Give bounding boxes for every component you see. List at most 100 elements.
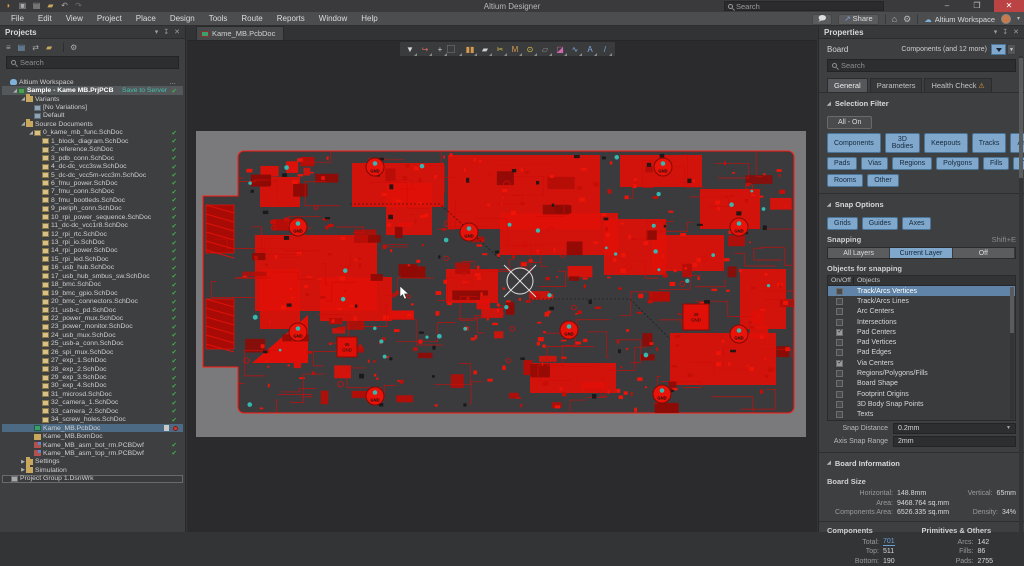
ic-pad[interactable]: 49GND bbox=[683, 304, 709, 330]
menu-place[interactable]: Place bbox=[129, 12, 163, 26]
route-icon[interactable]: ↪ bbox=[418, 43, 432, 56]
gnd-pad[interactable]: GND bbox=[560, 321, 578, 339]
list-view-icon[interactable]: ≡ bbox=[6, 43, 11, 52]
menu-file[interactable]: File bbox=[4, 12, 31, 26]
filter-vias[interactable]: Vias bbox=[861, 157, 889, 170]
filter-funnel-button[interactable] bbox=[991, 44, 1006, 55]
snap-object-row[interactable]: Texts bbox=[828, 410, 1015, 420]
mode-off[interactable]: Off bbox=[953, 248, 1015, 258]
menu-project[interactable]: Project bbox=[90, 12, 129, 26]
menu-edit[interactable]: Edit bbox=[31, 12, 59, 26]
gnd-pad[interactable]: GND bbox=[366, 387, 384, 405]
board-information-section[interactable]: ◢ Board Information bbox=[819, 452, 1024, 472]
tree-item[interactable]: 30_exp_4.SchDoc✔ bbox=[2, 382, 183, 390]
snap-grids[interactable]: Grids bbox=[827, 217, 858, 230]
tree-item[interactable]: 4_dc-dc_vcc3sw.SchDoc✔ bbox=[2, 162, 183, 170]
tree-item[interactable]: 31_microsd.SchDoc✔ bbox=[2, 390, 183, 398]
document-tab[interactable]: Kame_MB.PcbDoc bbox=[196, 26, 284, 40]
snap-object-row[interactable]: Regions/Polygons/Fills bbox=[828, 368, 1015, 378]
axis-snap-range-input[interactable]: 2mm bbox=[893, 436, 1016, 447]
snap-object-row[interactable]: Pad Centers bbox=[828, 327, 1015, 337]
panel-menu-icon[interactable]: ▾ bbox=[994, 28, 998, 36]
maximize-button[interactable]: ❒ bbox=[966, 0, 988, 12]
tree-item[interactable]: [No Variations] bbox=[2, 103, 183, 111]
tree-item[interactable]: 7_fmu_conn.SchDoc✔ bbox=[2, 188, 183, 196]
checkbox[interactable] bbox=[836, 380, 843, 387]
tree-item[interactable]: 5_dc-dc_vcc5m-vcc3m.SchDoc✔ bbox=[2, 171, 183, 179]
tree-item[interactable]: 21_usb-c_pd.SchDoc✔ bbox=[2, 306, 183, 314]
menu-route[interactable]: Route bbox=[234, 12, 269, 26]
tree-item[interactable]: 19_bmc_gpio.SchDoc✔ bbox=[2, 289, 183, 297]
checkbox[interactable] bbox=[836, 349, 843, 356]
close-panel-icon[interactable]: ✕ bbox=[174, 28, 180, 36]
pad-stack-icon[interactable]: ▮▮ bbox=[463, 43, 477, 56]
tree-item[interactable]: 27_exp_1.SchDoc✔ bbox=[2, 356, 183, 364]
checkbox[interactable] bbox=[836, 308, 843, 315]
snap-axes[interactable]: Axes bbox=[902, 217, 932, 230]
tree-item[interactable]: 8_fmu_bootleds.SchDoc✔ bbox=[2, 196, 183, 204]
select-area-icon[interactable]: ⃞ bbox=[448, 43, 462, 56]
tree-item[interactable]: 16_usb_hub.SchDoc✔ bbox=[2, 264, 183, 272]
gnd-pad[interactable]: GND bbox=[289, 218, 307, 236]
undo-icon[interactable]: ↶ bbox=[60, 2, 69, 10]
pcb-board[interactable]: GNDGNDGNDGNDGNDGNDGNDGNDGNDGND49GND65GND bbox=[200, 149, 800, 417]
panel-menu-icon[interactable]: ▾ bbox=[155, 28, 159, 36]
tree-item[interactable]: 18_bmc.SchDoc✔ bbox=[2, 281, 183, 289]
settings-icon[interactable]: ⚙ bbox=[63, 43, 77, 52]
checkbox[interactable] bbox=[836, 411, 843, 418]
global-search-input[interactable]: Search bbox=[724, 1, 884, 11]
tree-item[interactable]: 28_exp_2.SchDoc✔ bbox=[2, 365, 183, 373]
properties-search-input[interactable]: Search bbox=[827, 59, 1016, 72]
filter-regions[interactable]: Regions bbox=[892, 157, 932, 170]
tab-health-check[interactable]: Health Check ⚠ bbox=[924, 78, 991, 92]
filter-3d-bodies[interactable]: 3D Bodies bbox=[885, 133, 920, 153]
snap-object-row[interactable]: Pad Edges bbox=[828, 348, 1015, 358]
tree-item[interactable]: 9_periph_conn.SchDoc✔ bbox=[2, 205, 183, 213]
workspace-button[interactable]: ☁ Altium Workspace bbox=[924, 15, 995, 24]
filter-dropdown-button[interactable]: ▼ bbox=[1007, 44, 1016, 55]
tree-item[interactable]: Project Group 1.DsnWrk bbox=[2, 475, 183, 483]
filter-tracks[interactable]: Tracks bbox=[972, 133, 1007, 153]
gnd-pad[interactable]: GND bbox=[289, 323, 307, 341]
checkbox[interactable] bbox=[836, 360, 843, 367]
ic-pad[interactable]: 65GND bbox=[337, 337, 357, 357]
tree-item[interactable]: 32_camera_1.SchDoc✔ bbox=[2, 399, 183, 407]
filter-fills[interactable]: Fills bbox=[983, 157, 1009, 170]
menu-help[interactable]: Help bbox=[354, 12, 384, 26]
tree-item[interactable]: 3_pdb_conn.SchDoc✔ bbox=[2, 154, 183, 162]
gnd-pad[interactable]: GND bbox=[366, 158, 384, 176]
tab-general[interactable]: General bbox=[827, 78, 868, 92]
table-scrollbar[interactable] bbox=[1010, 287, 1014, 419]
snap-object-row[interactable]: Via Centers bbox=[828, 358, 1015, 368]
save-to-server-link[interactable]: Save to Server bbox=[122, 87, 167, 94]
checkbox[interactable] bbox=[836, 391, 843, 398]
checkbox[interactable] bbox=[836, 329, 843, 336]
region-icon[interactable]: ◪ bbox=[553, 43, 567, 56]
selection-filter-section[interactable]: ◢ Selection Filter bbox=[819, 93, 1024, 112]
tree-item[interactable]: 2_reference.SchDoc✔ bbox=[2, 146, 183, 154]
tree-item[interactable]: 11_dc-dc_vcc1r8.SchDoc✔ bbox=[2, 221, 183, 229]
close-button[interactable]: ✕ bbox=[994, 0, 1024, 12]
snap-options-section[interactable]: ◢ Snap Options bbox=[819, 193, 1024, 213]
mode-all-layers[interactable]: All Layers bbox=[828, 248, 890, 258]
tree-item[interactable]: 10_rpi_power_sequence.SchDoc✔ bbox=[2, 213, 183, 221]
save-icon[interactable]: ▣ bbox=[18, 2, 27, 10]
filter-other[interactable]: Other bbox=[867, 174, 899, 187]
tree-item[interactable]: 6_fmu_power.SchDoc✔ bbox=[2, 179, 183, 187]
move-icon[interactable]: + bbox=[433, 43, 447, 56]
tree-item[interactable]: 17_usb_hub_smbus_sw.SchDoc✔ bbox=[2, 272, 183, 280]
tree-item[interactable]: 20_bmc_connectors.SchDoc✔ bbox=[2, 297, 183, 305]
line-icon[interactable]: / bbox=[598, 43, 612, 56]
panel-scrollbar[interactable] bbox=[1019, 56, 1023, 551]
filter-components[interactable]: Components bbox=[827, 133, 881, 153]
gnd-pad[interactable]: GND bbox=[654, 158, 672, 176]
filter-icon[interactable]: ▼ bbox=[403, 43, 417, 56]
tree-item[interactable]: ◢0_kame_mb_func.SchDoc✔ bbox=[2, 129, 183, 137]
projects-search-input[interactable]: Search bbox=[6, 56, 179, 69]
save-all-icon[interactable]: ▤ bbox=[32, 2, 41, 10]
gnd-pad[interactable]: GND bbox=[730, 325, 748, 343]
fill-icon[interactable]: ▰ bbox=[478, 43, 492, 56]
folder-icon[interactable]: ▰ bbox=[46, 43, 52, 52]
checkbox[interactable] bbox=[836, 339, 843, 346]
gnd-pad[interactable]: GND bbox=[730, 218, 748, 236]
